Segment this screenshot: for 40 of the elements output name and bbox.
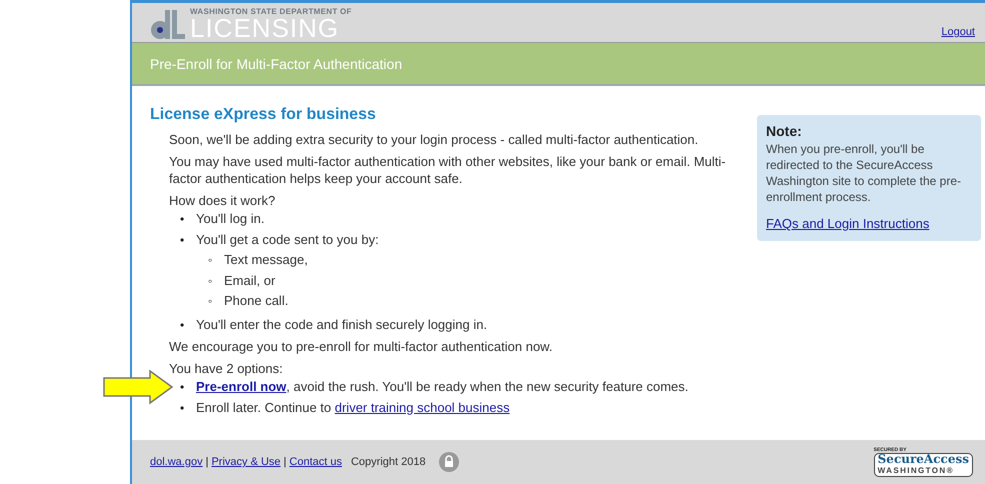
- bullet-marker: •: [180, 316, 186, 334]
- step-text: You'll get a code sent to you by:: [196, 230, 379, 249]
- option-link[interactable]: driver training school business: [334, 400, 510, 414]
- bullet-marker: •: [180, 232, 186, 248]
- method-text: Text message,: [224, 251, 308, 269]
- logout-link[interactable]: Logout: [941, 26, 975, 38]
- method-text: Email, or: [224, 272, 276, 290]
- bullet-marker: ◦: [208, 293, 214, 310]
- badge-name: SecureAccess: [878, 454, 969, 465]
- footer-link[interactable]: dol.wa.gov: [150, 456, 203, 468]
- copyright-text: Copyright 2018: [350, 456, 426, 468]
- bullet-marker: •: [180, 211, 186, 228]
- bullet-marker: •: [180, 379, 186, 396]
- faq-link[interactable]: FAQs and Login Instructions: [766, 216, 972, 231]
- section-heading: License eXpress for business: [150, 106, 377, 124]
- encourage-text: We encourage you to pre-enroll for multi-factor authentication now.: [169, 338, 554, 355]
- question-text: How does it work?: [169, 192, 276, 209]
- banner-title: Pre-Enroll for Multi-Factor Authentication: [150, 56, 402, 72]
- option-text: Enroll later. Continue to driver training school business: [196, 398, 510, 417]
- option-text: Pre-enroll now, avoid the rush. You'll be ready when the new security feature comes.: [196, 378, 688, 396]
- lock-icon: [438, 452, 459, 472]
- bullet-marker: ◦: [208, 252, 214, 269]
- bullet-marker: •: [180, 400, 186, 416]
- step-text: You'll enter the code and finish securely logging in.: [196, 316, 488, 334]
- option-link[interactable]: Pre-enroll now: [196, 379, 286, 394]
- bullet-marker: ◦: [208, 272, 214, 290]
- intro-paragraph: You may have used multi-factor authentication with other websites, like your bank or email. Multi-factor authentication helps keep your account safe.: [169, 153, 727, 187]
- footer-link[interactable]: Privacy & Use: [211, 456, 281, 468]
- link-separator: |: [284, 456, 286, 468]
- note-title: Note:: [766, 123, 803, 139]
- footer-link[interactable]: Contact us: [289, 456, 342, 468]
- note-text: When you pre-enroll, you'll be redirected to the SecureAccess Washington site to complete the pre-enrollment process.: [766, 141, 962, 205]
- options-label: You have 2 options:: [169, 360, 284, 377]
- agency-name: WASHINGTON STATE DEPARTMENT OF: [190, 7, 352, 16]
- link-separator: |: [206, 456, 208, 468]
- method-text: Phone call.: [224, 292, 288, 310]
- step-text: You'll log in.: [196, 210, 264, 228]
- badge-state: WASHINGTON®: [878, 465, 955, 476]
- intro-paragraph: Soon, we'll be adding extra security to your login process - called multi-factor authentication.: [169, 131, 700, 148]
- logo-icon: [150, 8, 186, 40]
